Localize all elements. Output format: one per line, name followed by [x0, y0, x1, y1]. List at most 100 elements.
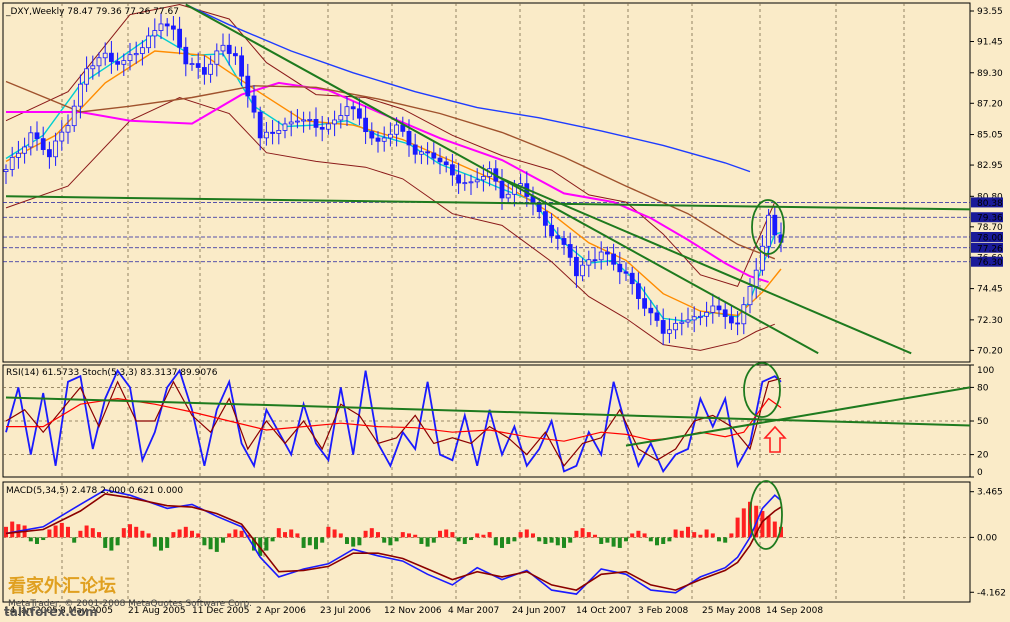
macd-histogram-bar: [679, 530, 684, 538]
cn-forum-logo: 看家外汇论坛: [7, 575, 116, 597]
macd-histogram-bar: [574, 530, 579, 538]
macd-histogram-bar: [171, 532, 176, 538]
candle-body: [319, 126, 325, 130]
candle-body: [350, 106, 356, 110]
macd-histogram-bar: [493, 537, 498, 546]
macd-histogram-bar: [723, 537, 728, 543]
moving-average: [5, 80, 776, 260]
candle-body: [406, 130, 412, 146]
candle-body: [109, 52, 114, 62]
rsi-stoch-line: [6, 397, 782, 442]
macd-histogram-bar: [121, 528, 126, 538]
candle-body: [598, 251, 604, 261]
candle-body: [394, 124, 400, 135]
price-tick-label: 82.95: [977, 161, 1003, 171]
macd-histogram-bar: [227, 533, 232, 538]
candle-body: [586, 259, 592, 266]
candle-body: [276, 130, 282, 134]
candle-body: [722, 309, 728, 317]
candle-body: [660, 320, 666, 334]
candle-body: [251, 95, 257, 113]
candle-body: [183, 46, 189, 65]
macd-histogram-bar: [103, 537, 108, 548]
candle-body: [567, 244, 573, 258]
candle-body: [9, 157, 15, 170]
macd-histogram-bar: [462, 537, 467, 544]
macd-histogram-bar: [710, 533, 715, 538]
candle-body: [443, 161, 449, 166]
up-arrow-icon: [763, 425, 787, 453]
macd-histogram-bar: [444, 529, 449, 538]
rsi-panel-title: RSI(14) 61.5733 Stoch(5,3,3) 83.3137 89.…: [6, 368, 218, 378]
candle-body: [648, 307, 654, 314]
macd-histogram-bar: [729, 533, 734, 538]
macd-histogram-bar: [599, 537, 604, 544]
macd-histogram-bar: [481, 534, 486, 538]
macd-histogram-bar: [431, 537, 436, 543]
candle-body: [164, 23, 170, 27]
macd-panel: MACD(5,34,5) 2.478 2.000 0.621 0.000: [3, 480, 970, 595]
macd-histogram-bar: [369, 528, 374, 538]
candle-body: [294, 120, 300, 123]
candle-body: [313, 118, 319, 128]
macd-histogram-bar: [605, 537, 610, 543]
candle-body: [96, 57, 102, 67]
candle-body: [220, 44, 226, 52]
candle-body: [704, 311, 709, 317]
candle-body: [325, 123, 331, 130]
candle-body: [170, 25, 176, 30]
candle-body: [654, 312, 660, 321]
macd-histogram-bar: [78, 530, 83, 538]
candle-body: [152, 30, 158, 37]
candle-body: [270, 131, 276, 134]
candle-body: [288, 121, 294, 125]
macd-histogram-bar: [686, 526, 690, 538]
candle-body: [47, 149, 52, 158]
macd-histogram-bar: [338, 533, 343, 538]
macd-histogram-bar: [59, 522, 64, 538]
time-tick-label: 14 Sep 2008: [766, 606, 823, 616]
macd-histogram-bar: [407, 533, 411, 538]
macd-tick-label: -4.162: [977, 588, 1006, 598]
candle-body: [710, 305, 716, 313]
candle-body: [208, 63, 214, 75]
candle-body: [307, 118, 313, 121]
candle-body: [214, 50, 220, 65]
candle-body: [555, 235, 561, 239]
macd-histogram-bar: [97, 532, 101, 538]
candle-body: [121, 60, 127, 65]
candle-body: [22, 146, 28, 154]
candle-body: [139, 47, 145, 54]
price-tick-label: 85.05: [977, 131, 1003, 141]
rsi-stoch-line: [5, 377, 782, 467]
candle-body: [698, 315, 703, 318]
candle-body: [716, 305, 722, 311]
macd-histogram-bar: [357, 537, 362, 546]
candle-body: [629, 272, 635, 285]
candle-body: [127, 54, 133, 62]
candle-body: [381, 137, 387, 142]
candle-body: [437, 157, 443, 163]
candle-body: [28, 132, 34, 148]
candle-body: [189, 63, 195, 66]
candle-body: [34, 132, 40, 140]
macd-histogram-bar: [177, 529, 182, 538]
candle-body: [543, 211, 548, 226]
candle-body: [729, 316, 734, 324]
macd-histogram-bar: [382, 537, 387, 543]
candle-body: [369, 131, 375, 139]
trendline: [495, 175, 912, 355]
macd-histogram-bar: [642, 533, 647, 538]
candle-body: [561, 238, 567, 245]
candle-body: [667, 329, 672, 334]
macd-histogram-bar: [617, 537, 622, 548]
time-tick-label: 3 Feb 2008: [638, 606, 689, 616]
chart-canvas: _DXY,Weekly 78.47 79.36 77.26 77.67 RSI(…: [2, 2, 1006, 619]
rsi-tick-label: 80: [977, 383, 989, 393]
price-tick-label: 78.70: [977, 223, 1003, 233]
macd-histogram-bar: [456, 537, 461, 542]
macd-histogram-bar: [425, 537, 430, 547]
macd-histogram-bar: [394, 537, 399, 542]
candle-body: [71, 105, 77, 127]
macd-histogram-bar: [376, 532, 380, 538]
